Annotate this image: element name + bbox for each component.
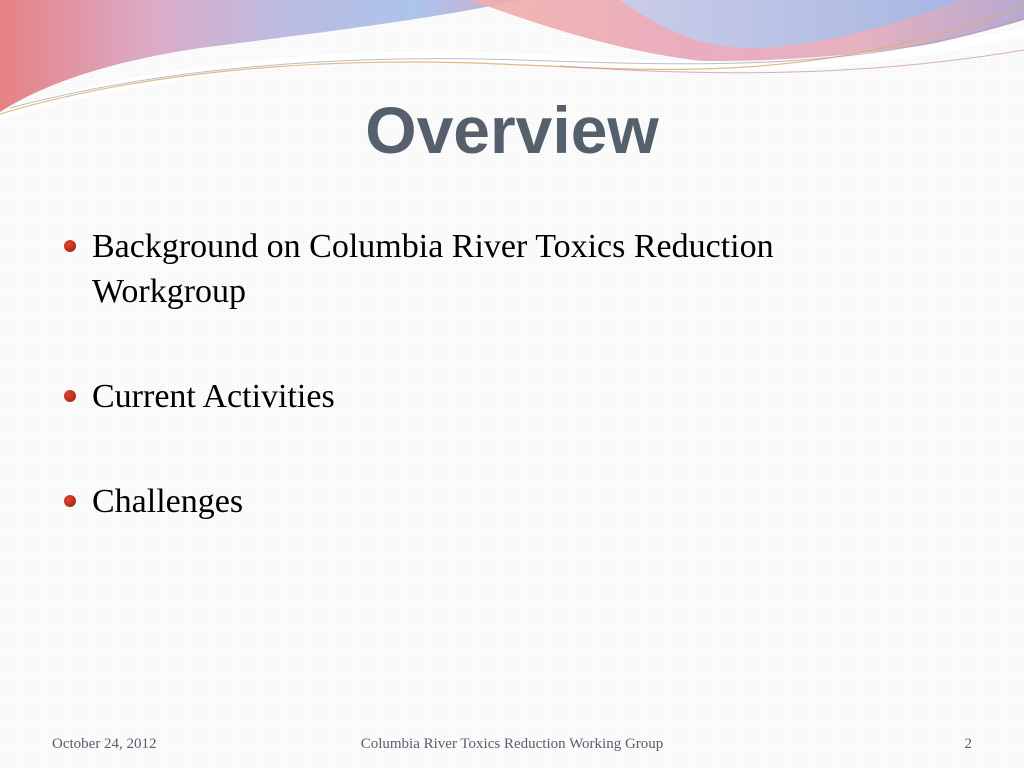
bullet-list: Background on Columbia River Toxics Redu…	[62, 224, 922, 524]
slide-title: Overview	[365, 93, 659, 167]
bullet-dot-icon	[64, 495, 76, 507]
slide: Overview Background on Columbia River To…	[0, 0, 1024, 768]
footer-page-number: 2	[964, 736, 973, 752]
bullet-dot-icon	[64, 390, 76, 402]
bullet-dot-icon	[64, 240, 76, 252]
bullet-item: Current Activities	[62, 374, 922, 419]
bullet-item: Challenges	[62, 479, 922, 524]
bullet-item: Background on Columbia River Toxics Redu…	[62, 224, 922, 314]
bullet-text: Background on Columbia River Toxics Redu…	[92, 228, 774, 310]
footer-title: Columbia River Toxics Reduction Working …	[360, 736, 664, 752]
bullet-text: Current Activities	[92, 378, 335, 415]
bullet-text: Challenges	[92, 483, 244, 520]
